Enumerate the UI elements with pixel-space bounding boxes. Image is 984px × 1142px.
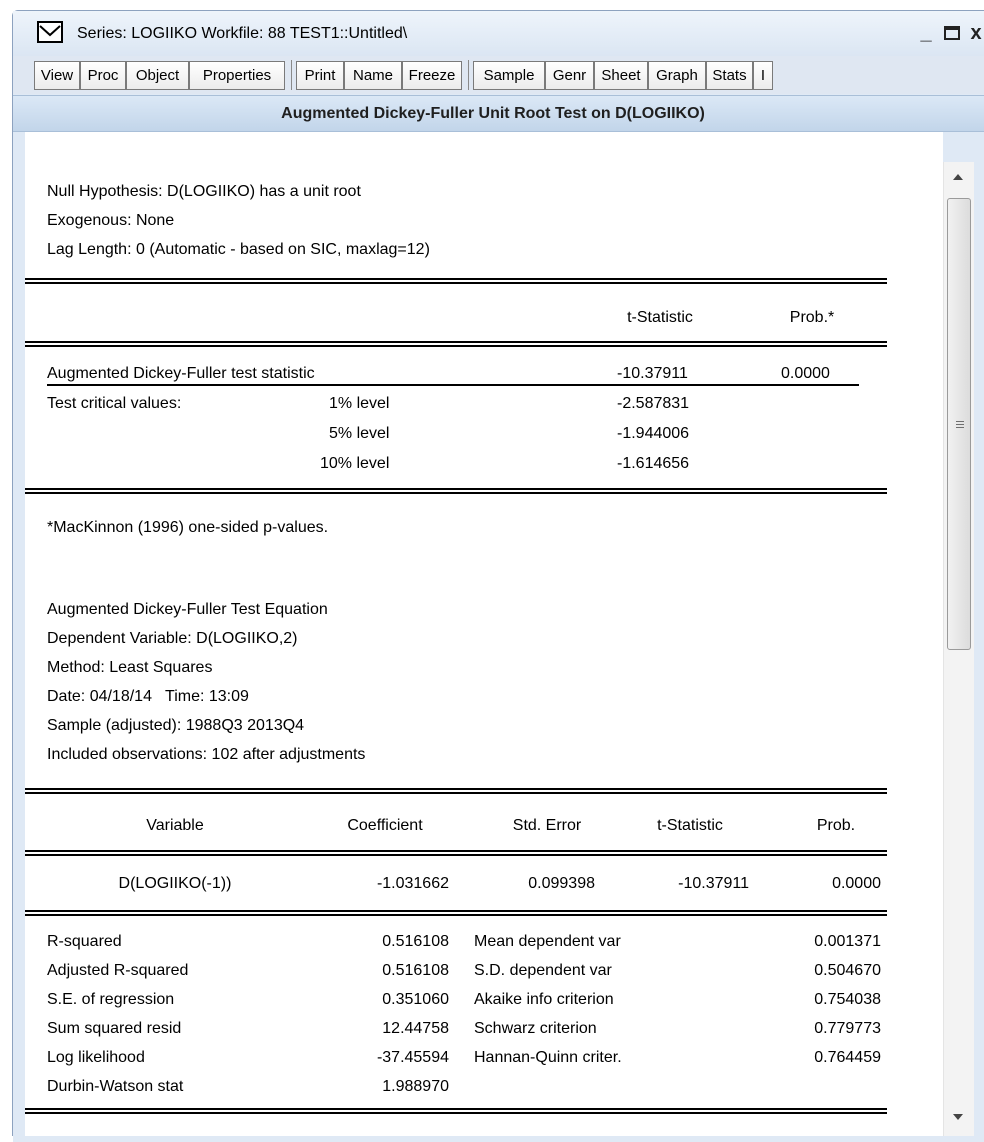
scrollbar-thumb[interactable] <box>947 198 971 650</box>
sample-button[interactable]: Sample <box>473 61 545 90</box>
minimize-button[interactable]: _ <box>913 21 939 45</box>
name-button[interactable]: Name <box>344 61 402 90</box>
object-button[interactable]: Object <box>126 61 189 90</box>
exogenous: Exogenous: None <box>47 212 175 229</box>
level-5-value: -1.944006 <box>617 425 690 442</box>
adf-tstat: -10.37911 <box>617 365 688 382</box>
row-std-error: 0.099398 <box>528 875 595 892</box>
stat-label: Adjusted R-squared <box>47 962 189 979</box>
grip-line <box>956 421 964 422</box>
toolbar: View Proc Object Properties Print Name F… <box>13 56 984 94</box>
eviews-series-window: Series: LOGIIKO Workfile: 88 TEST1::Unti… <box>0 0 984 1142</box>
sheet-button[interactable]: Sheet <box>594 61 648 90</box>
stats-button[interactable]: Stats <box>706 61 753 90</box>
stat-value: 1.988970 <box>382 1078 449 1095</box>
stat-value: -37.45594 <box>376 1049 449 1066</box>
ident-button[interactable]: I <box>753 61 773 90</box>
stat-label: Mean dependent var <box>474 933 621 950</box>
window-title: Series: LOGIIKO Workfile: 88 TEST1::Unti… <box>77 25 408 42</box>
stat-value: 0.001371 <box>814 933 881 950</box>
stat-label: Log likelihood <box>47 1049 145 1066</box>
table-rule <box>25 910 887 916</box>
sample-range: Sample (adjusted): 1988Q3 2013Q4 <box>47 717 305 734</box>
table-rule <box>25 788 887 794</box>
col-header-coefficient: Coefficient <box>347 817 423 834</box>
genr-button[interactable]: Genr <box>545 61 594 90</box>
proc-button[interactable]: Proc <box>80 61 126 90</box>
col-header-variable: Variable <box>146 817 204 834</box>
output-title: Augmented Dickey-Fuller Unit Root Test o… <box>281 105 705 122</box>
dependent-variable: Dependent Variable: D(LOGIIKO,2) <box>47 630 298 647</box>
scroll-down-arrow-icon[interactable] <box>953 1114 963 1120</box>
grip-line <box>956 424 964 425</box>
row-variable: D(LOGIIKO(-1)) <box>118 875 232 892</box>
stat-label: Schwarz criterion <box>474 1020 597 1037</box>
row-tstat: -10.37911 <box>678 875 749 892</box>
stat-label: Akaike info criterion <box>474 991 614 1008</box>
level-10-value: -1.614656 <box>617 455 690 472</box>
adf-label: Augmented Dickey-Fuller test statistic <box>47 365 315 382</box>
table-rule <box>25 850 887 856</box>
critical-values-label: Test critical values: <box>47 395 182 412</box>
toolbar-separator <box>291 60 292 90</box>
stat-value: 0.351060 <box>382 991 449 1008</box>
col-header-prob: Prob. <box>816 817 856 834</box>
stat-value: 12.44758 <box>382 1020 449 1037</box>
col-header-tstat: t-Statistic <box>627 309 693 326</box>
grip-line <box>956 427 964 428</box>
table-rule <box>25 488 887 494</box>
level-5: 5% level <box>329 425 390 442</box>
null-hypothesis: Null Hypothesis: D(LOGIIKO) has a unit r… <box>47 183 361 200</box>
maximize-button[interactable] <box>939 21 965 45</box>
graph-button[interactable]: Graph <box>648 61 706 90</box>
stat-value: 0.504670 <box>814 962 881 979</box>
stat-label: S.D. dependent var <box>474 962 612 979</box>
stat-label: Hannan-Quinn criter. <box>474 1049 622 1066</box>
table-rule <box>25 341 887 347</box>
scroll-up-arrow-icon[interactable] <box>953 174 963 180</box>
col-header-prob: Prob.* <box>789 309 835 326</box>
col-header-std-error: Std. Error <box>512 817 582 834</box>
level-1-value: -2.587831 <box>617 395 690 412</box>
table-rule <box>25 1108 887 1114</box>
level-10: 10% level <box>320 455 390 472</box>
window-bottom-edge <box>13 1136 984 1142</box>
toolbar-separator <box>468 60 469 90</box>
level-1: 1% level <box>329 395 390 412</box>
row-coefficient: -1.031662 <box>376 875 449 892</box>
included-observations: Included observations: 102 after adjustm… <box>47 746 366 763</box>
stat-value: 0.754038 <box>814 991 881 1008</box>
adf-underline <box>47 384 859 386</box>
properties-button[interactable]: Properties <box>189 61 285 90</box>
stat-value: 0.516108 <box>382 962 449 979</box>
method: Method: Least Squares <box>47 659 213 676</box>
stat-label: Durbin-Watson stat <box>47 1078 184 1095</box>
table-rule <box>25 278 887 284</box>
stat-label: R-squared <box>47 933 122 950</box>
view-button[interactable]: View <box>34 61 80 90</box>
col-header-tstat: t-Statistic <box>657 817 723 834</box>
output-content: Null Hypothesis: D(LOGIIKO) has a unit r… <box>25 132 943 1136</box>
footnote: *MacKinnon (1996) one-sided p-values. <box>47 519 329 536</box>
title-bar[interactable]: Series: LOGIIKO Workfile: 88 TEST1::Unti… <box>13 11 984 56</box>
stat-label: S.E. of regression <box>47 991 175 1008</box>
adf-prob: 0.0000 <box>781 365 830 382</box>
stat-value: 0.779773 <box>814 1020 881 1037</box>
stat-label: Sum squared resid <box>47 1020 182 1037</box>
row-prob: 0.0000 <box>832 875 881 892</box>
equation-title: Augmented Dickey-Fuller Test Equation <box>47 601 328 618</box>
close-button[interactable]: x <box>963 21 984 45</box>
stat-value: 0.764459 <box>814 1049 881 1066</box>
print-button[interactable]: Print <box>296 61 344 90</box>
date-time: Date: 04/18/14 Time: 13:09 <box>47 688 249 705</box>
output-header: Augmented Dickey-Fuller Unit Root Test o… <box>13 95 984 132</box>
freeze-button[interactable]: Freeze <box>402 61 462 90</box>
window-left-edge <box>13 132 25 1136</box>
vertical-scrollbar[interactable] <box>943 162 974 1136</box>
stat-value: 0.516108 <box>382 933 449 950</box>
lag-length: Lag Length: 0 (Automatic - based on SIC,… <box>47 241 430 258</box>
series-icon <box>37 21 63 48</box>
